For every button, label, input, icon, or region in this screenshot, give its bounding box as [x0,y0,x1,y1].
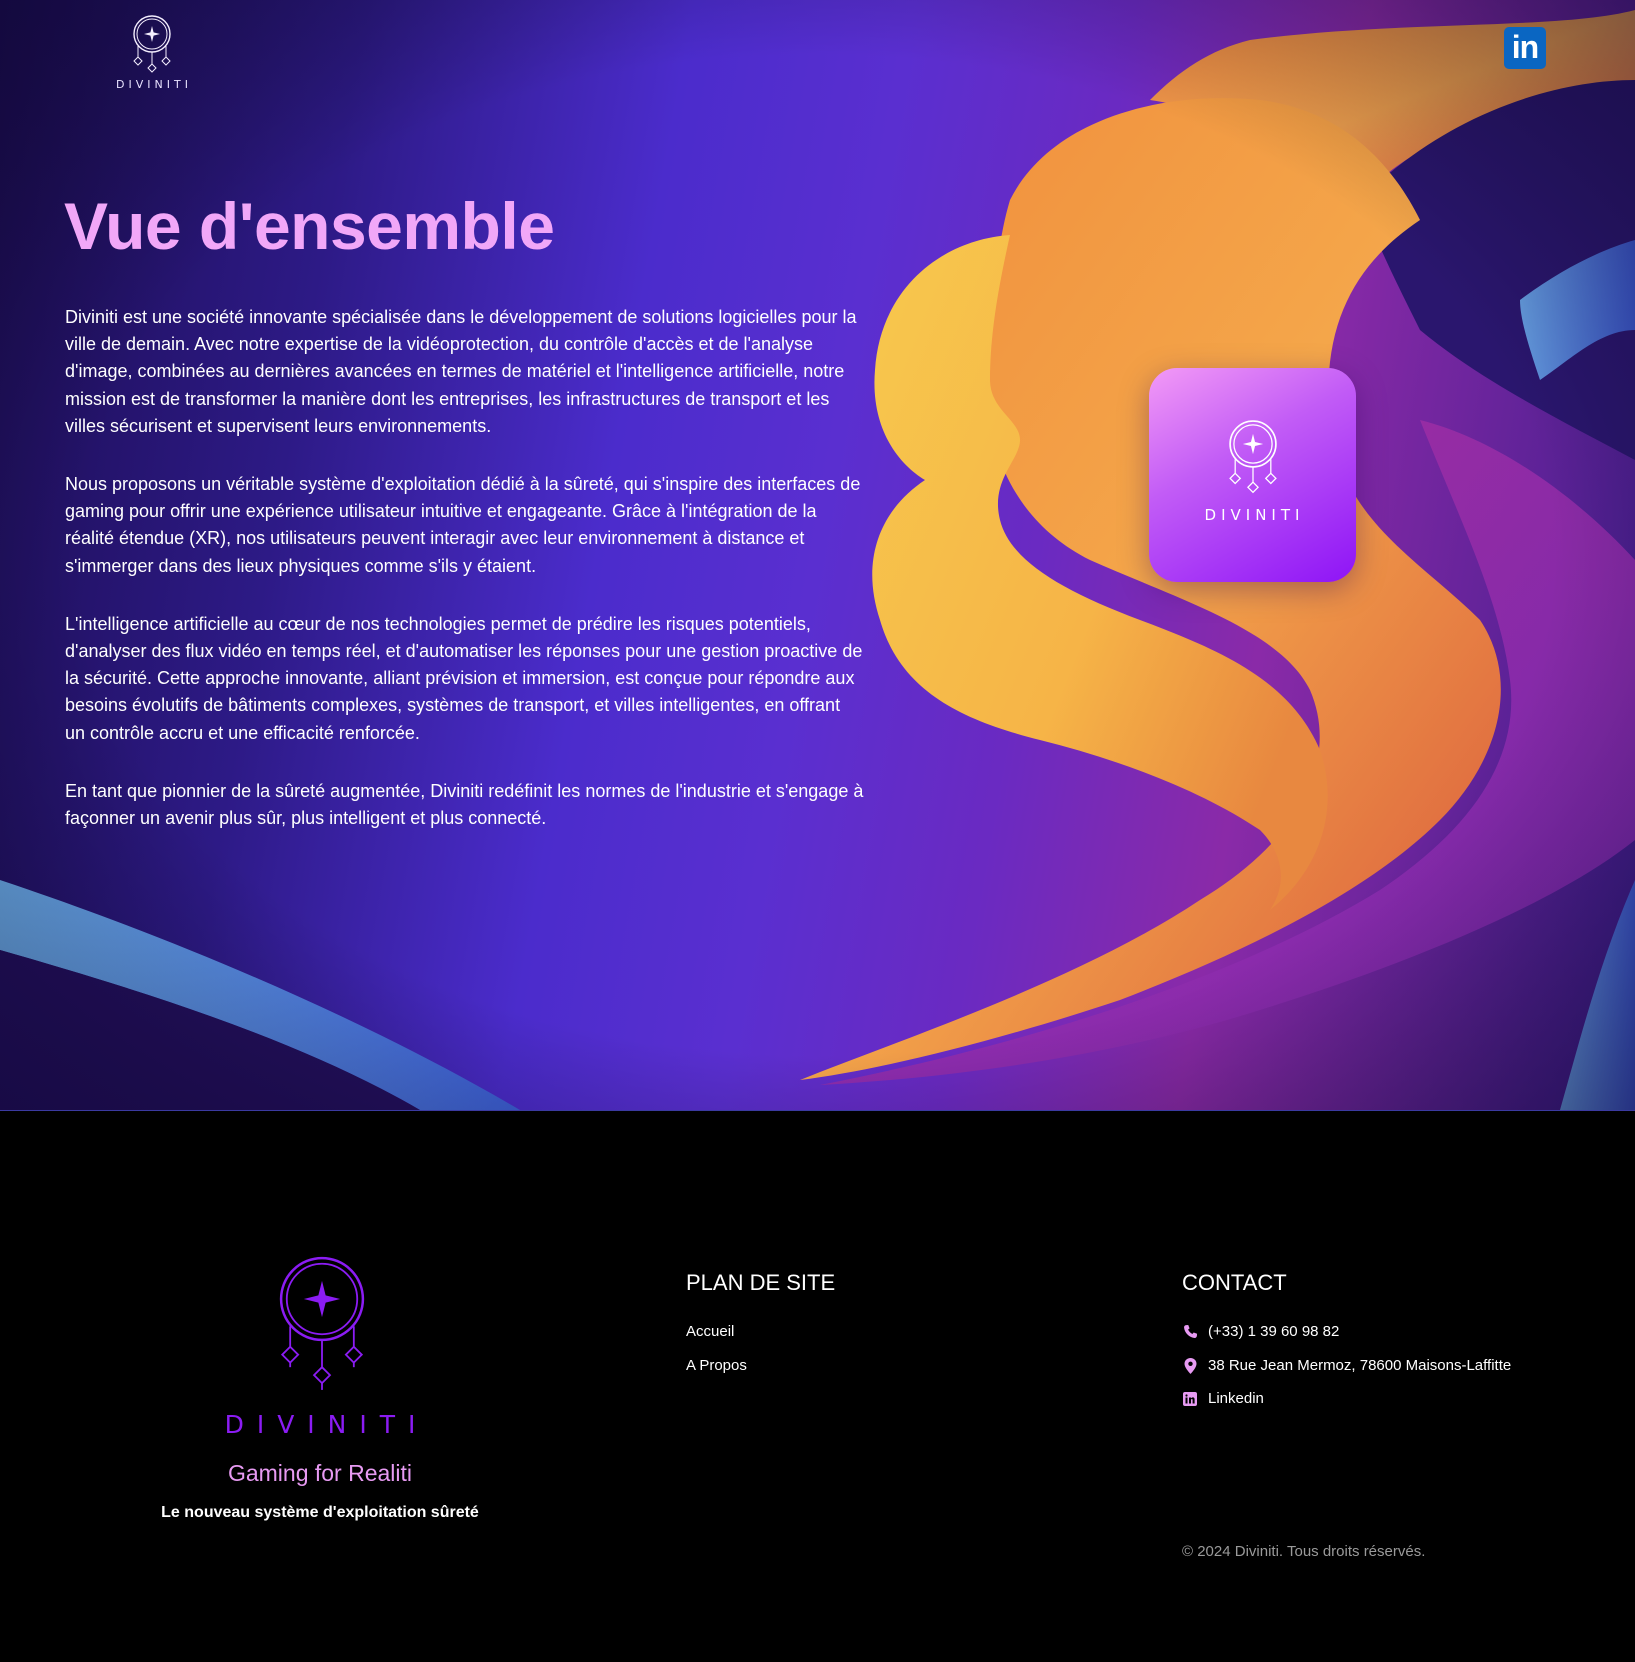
overview-paragraph-4: En tant que pionnier de la sûreté augmen… [65,780,864,829]
app-tile-brand: DIVINITI [1204,506,1305,524]
overview-paragraph-2: Nous proposons un véritable système d'ex… [65,474,861,576]
phone-icon [1182,1324,1198,1340]
contact-address-text: 38 Rue Jean Mermoz, 78600 Maisons-Laffit… [1208,1357,1512,1374]
sitemap-title: PLAN DE SITE [686,1270,836,1295]
hero-section: DIVINITI in Vue d'ensemble Diviniti est … [0,0,1635,1111]
footer-logo [272,1253,372,1399]
sitemap-link-a-propos[interactable]: A Propos [686,1357,747,1374]
dreamcatcher-icon [133,15,171,73]
overview-paragraph-3: L'intelligence artificielle au cœur de n… [65,613,863,743]
contact-address: 38 Rue Jean Mermoz, 78600 Maisons-Laffit… [1182,1357,1511,1374]
page-title: Vue d'ensemble [64,189,555,263]
footer-tagline: Gaming for Realiti [227,1460,413,1486]
map-pin-icon [1182,1357,1198,1374]
contact-linkedin[interactable]: Linkedin [1182,1390,1264,1407]
contact-linkedin-text: Linkedin [1208,1390,1264,1407]
app-icon-tile: DIVINITI [1149,368,1356,582]
contact-phone-text: (+33) 1 39 60 98 82 [1208,1323,1340,1340]
contact-title: CONTACT [1182,1270,1287,1295]
linkedin-icon [1182,1391,1198,1407]
overview-paragraph-1: Diviniti est une société innovante spéci… [65,307,857,436]
dreamcatcher-icon [279,1256,365,1390]
footer-brand-text: DIVINITI [224,1410,429,1439]
dreamcatcher-icon [1228,420,1277,494]
copyright-text: © 2024 Diviniti. Tous droits réservés. [1182,1543,1426,1560]
overview-text: Diviniti est une société innovante spéci… [65,304,865,863]
footer-subtitle: Le nouveau système d'exploitation sûreté [161,1504,479,1521]
contact-phone[interactable]: (+33) 1 39 60 98 82 [1182,1323,1339,1340]
header-logo[interactable]: DIVINITI [112,14,192,98]
linkedin-icon[interactable]: in [1504,27,1546,69]
linkedin-glyph: in [1511,28,1539,65]
sitemap-link-accueil[interactable]: Accueil [686,1323,734,1340]
header-brand-text: DIVINITI [116,78,192,91]
